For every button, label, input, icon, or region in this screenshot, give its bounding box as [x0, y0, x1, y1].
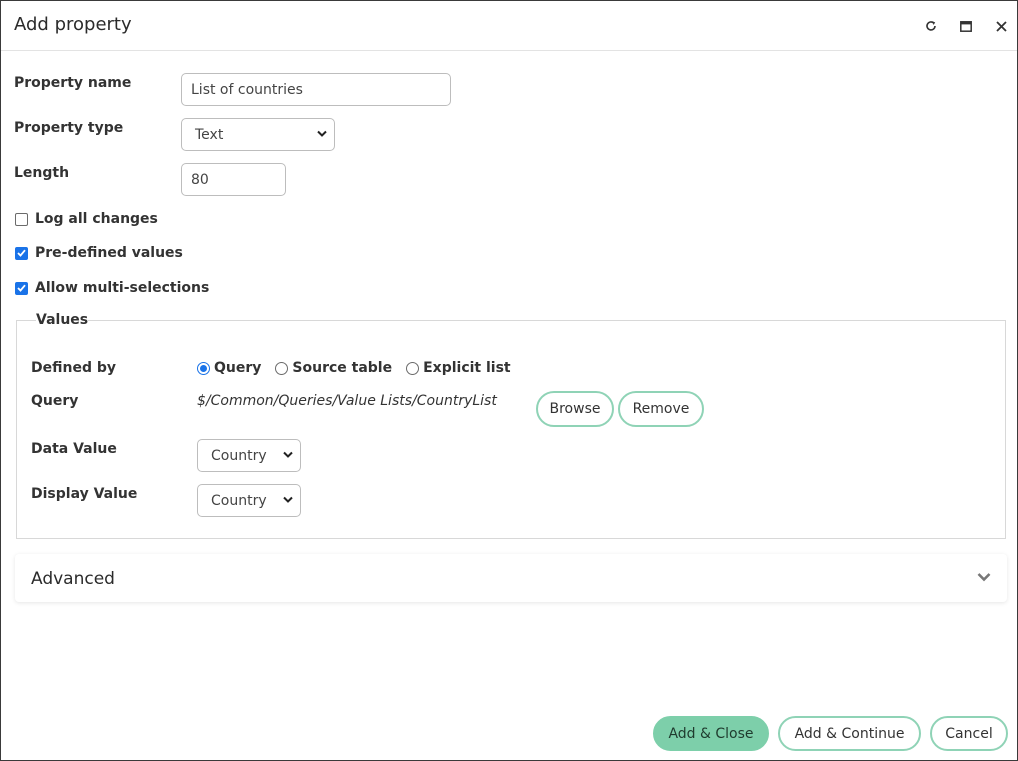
property-name-label: Property name: [14, 75, 132, 91]
predefined-values-label: Pre-defined values: [35, 245, 183, 261]
display-value-label: Display Value: [31, 486, 138, 502]
radio-explicit-list-label: Explicit list: [423, 360, 511, 376]
length-input[interactable]: [181, 163, 286, 196]
chevron-down-icon: [283, 496, 293, 503]
defined-by-radio-group: Query Source table Explicit list: [197, 360, 525, 376]
close-icon[interactable]: [990, 15, 1012, 37]
checkmark-icon: [17, 249, 26, 257]
radio-source-table[interactable]: [275, 361, 289, 375]
browse-button[interactable]: Browse: [536, 391, 614, 427]
log-all-changes-checkbox[interactable]: [15, 212, 28, 226]
values-fieldset: [16, 320, 1006, 539]
predefined-values-checkbox[interactable]: [15, 246, 28, 260]
radio-query[interactable]: [197, 361, 210, 375]
query-path: $/Common/Queries/Value Lists/CountryList: [197, 393, 497, 409]
allow-multi-selections-label: Allow multi-selections: [35, 280, 210, 296]
predefined-values-row: Pre-defined values: [15, 245, 183, 261]
allow-multi-selections-checkbox[interactable]: [15, 281, 28, 295]
data-value-select[interactable]: Country: [197, 439, 301, 472]
add-and-close-button[interactable]: Add & Close: [653, 716, 769, 751]
radio-source-table-label: Source table: [292, 360, 393, 376]
radio-explicit-list[interactable]: [406, 361, 420, 375]
values-legend: Values: [36, 312, 89, 328]
advanced-label: Advanced: [31, 569, 115, 589]
query-label: Query: [31, 393, 79, 409]
length-label: Length: [14, 165, 70, 181]
display-value-selected: Country: [211, 492, 267, 509]
log-all-changes-label: Log all changes: [35, 211, 158, 227]
display-value-select[interactable]: Country: [197, 484, 301, 517]
checkmark-icon: [17, 284, 26, 292]
data-value-label: Data Value: [31, 441, 117, 457]
chevron-down-icon: [977, 573, 991, 582]
property-name-input[interactable]: [181, 73, 451, 106]
dialog-title: Add property: [14, 14, 132, 35]
property-type-label: Property type: [14, 120, 124, 136]
refresh-icon[interactable]: [920, 15, 942, 37]
add-property-dialog: Add property Property name Property type…: [0, 0, 1018, 761]
data-value-selected: Country: [211, 447, 267, 464]
property-type-select[interactable]: Text: [181, 118, 335, 151]
allow-multi-selections-row: Allow multi-selections: [15, 280, 209, 296]
property-type-value: Text: [195, 126, 224, 143]
log-all-changes-row: Log all changes: [15, 211, 158, 227]
remove-button[interactable]: Remove: [618, 391, 704, 427]
chevron-down-icon: [283, 451, 293, 458]
defined-by-label: Defined by: [31, 360, 116, 376]
add-and-continue-button[interactable]: Add & Continue: [778, 716, 921, 751]
radio-query-label: Query: [214, 360, 262, 376]
advanced-accordion[interactable]: Advanced: [15, 554, 1007, 602]
dialog-titlebar: Add property: [1, 1, 1017, 51]
cancel-button[interactable]: Cancel: [930, 716, 1008, 751]
chevron-down-icon: [317, 130, 327, 137]
maximize-icon[interactable]: [955, 15, 977, 37]
